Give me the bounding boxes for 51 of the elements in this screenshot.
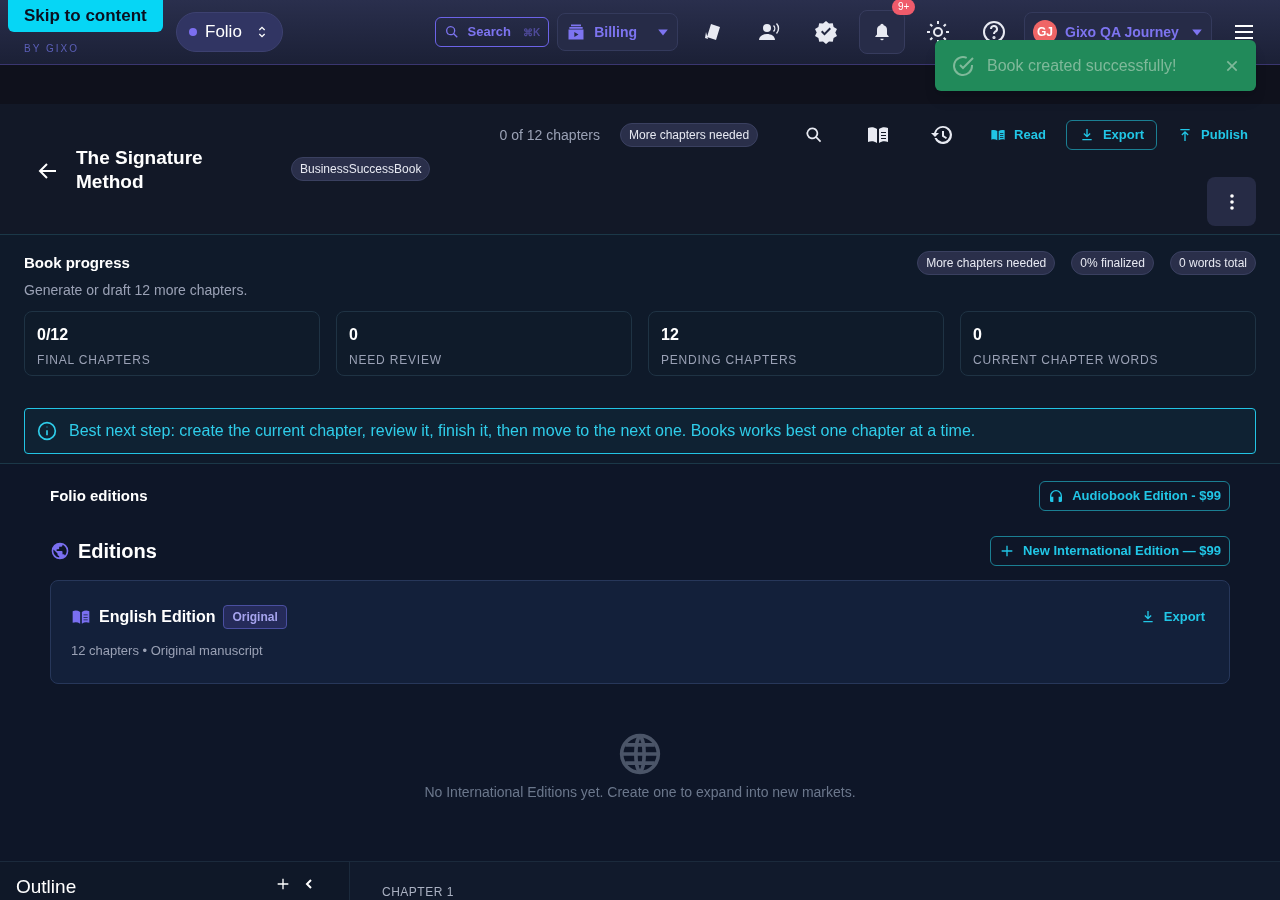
read-button[interactable]: Read [982,120,1054,150]
section-title: Folio editions [50,485,148,506]
search-icon [443,24,460,40]
book-title: The Signature Method [76,146,204,194]
stat-value: 0/12 [37,325,70,345]
progress-title: Book progress [24,252,130,273]
toast-message: Book created successfully! [987,55,1177,76]
headphones-icon [1048,488,1065,504]
stat-label: CURRENT CHAPTER WORDS [973,352,1160,369]
info-icon [37,421,57,441]
workspace-switcher[interactable]: Folio [176,12,283,52]
kebab-icon [1229,193,1234,210]
stat-value: 0 [973,325,983,345]
edition-name: English Edition [99,607,216,627]
progress-subtitle: Generate or draft 12 more chapters. [24,281,249,300]
plus-icon[interactable] [275,876,291,892]
new-edition-button[interactable]: New International Edition — $99 [990,536,1230,566]
shortcut-hint: ⌘K [523,25,541,40]
globe-icon [618,732,662,776]
stat-label: FINAL CHAPTERS [37,352,152,369]
tip-text: Best next step: create the current chapter, review it, finish it, then move to the next one. Books works best one chapter at a time. [69,421,976,441]
empty-state-text: No International Editions yet. Create one to expand into new markets. [424,783,856,802]
publish-button[interactable]: Publish [1169,120,1256,150]
stat-label: NEED REVIEW [349,352,443,369]
stat-value: 0 [349,325,359,345]
notifications-button[interactable] [859,10,905,54]
notification-count: 9+ [892,0,916,15]
chapter-label: CHAPTER 1 [382,885,454,899]
stat-label: PENDING CHAPTERS [661,352,799,369]
progress-pill: 0 words total [1169,251,1256,275]
export-button[interactable]: Export [1065,120,1158,150]
editions-title: Editions [78,539,157,564]
stat-value: 12 [661,325,680,345]
outline-title: Outline [16,876,77,898]
search-button[interactable]: Search ⌘K [434,17,550,47]
progress-pill: 0% finalized [1071,251,1154,275]
genre-tag: BusinessSuccessBook [291,157,431,181]
read-icon [990,127,1007,143]
video-stack-icon [566,22,587,42]
billing-dropdown[interactable]: Billing [557,13,678,51]
status-pill: More chapters needed [620,123,759,147]
brand-byline: BY GIXO [24,42,79,56]
edition-meta: 12 chapters • Original manuscript [71,642,264,660]
progress-pill: More chapters needed [917,251,1056,275]
original-tag: Original [223,605,287,629]
chapter-count: 0 of 12 chapters [499,125,600,145]
export-button[interactable]: Export [1139,607,1205,627]
bell-icon [872,22,892,42]
audiobook-button[interactable]: Audiobook Edition - $99 [1039,481,1230,511]
skip-link[interactable]: Skip to content [8,0,163,32]
globe-icon [50,541,70,561]
